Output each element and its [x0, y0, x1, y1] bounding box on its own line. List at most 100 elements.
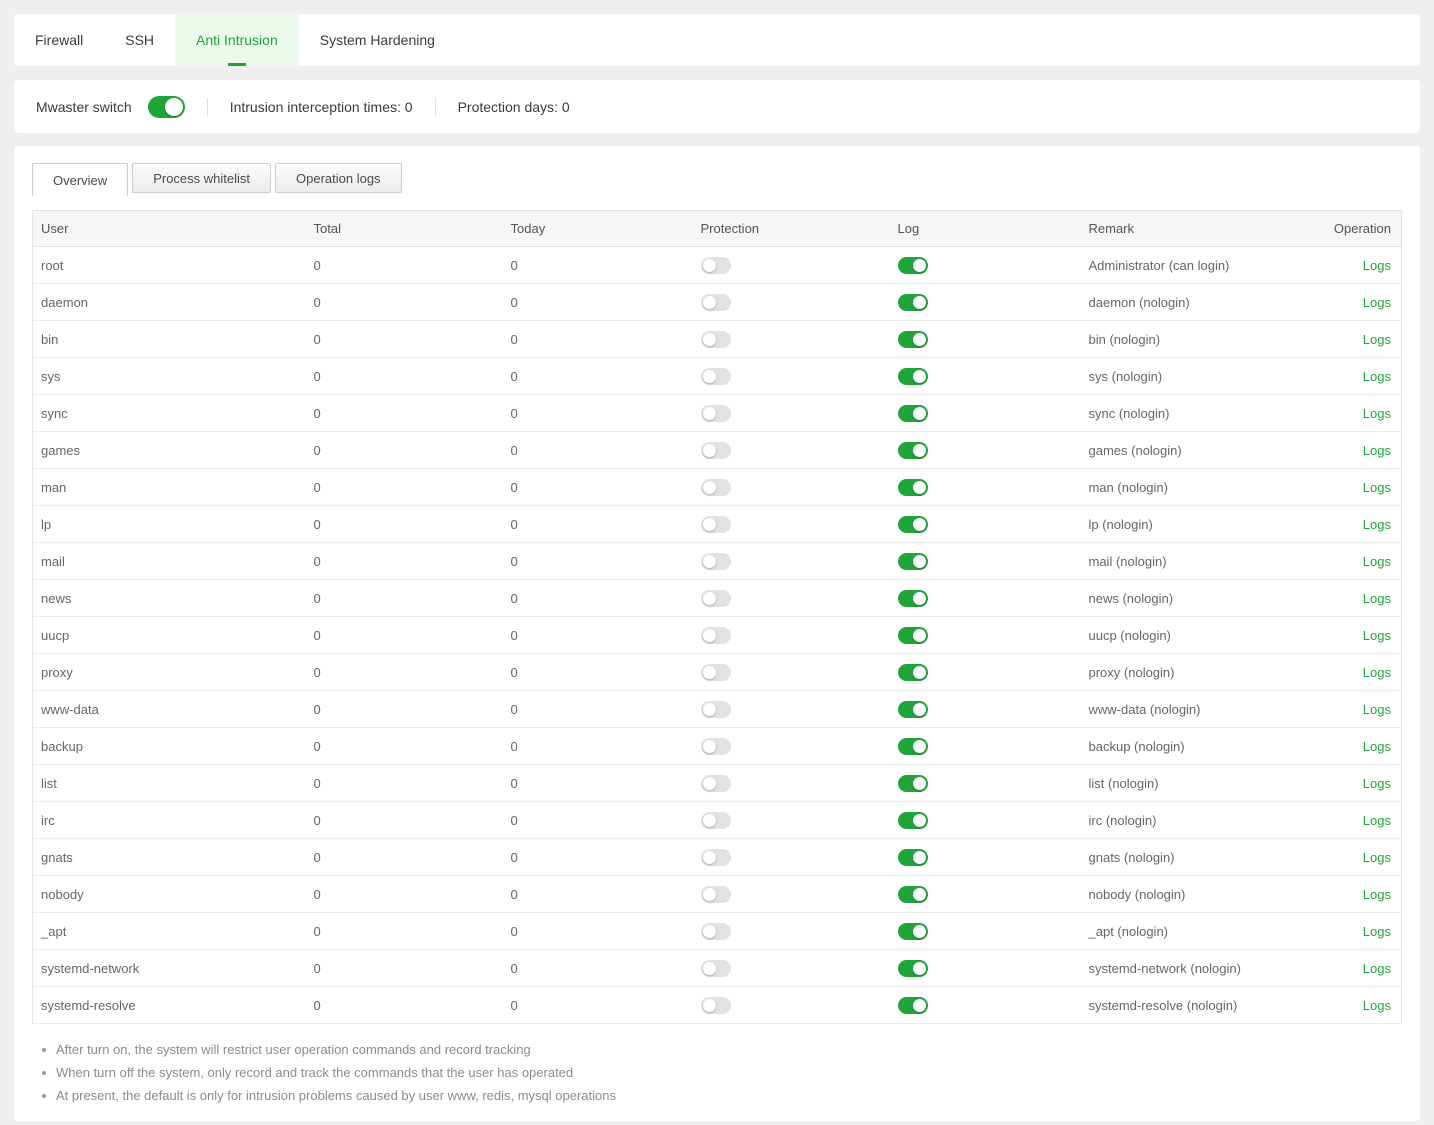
- protection-cell: [693, 321, 890, 358]
- log-cell: [890, 950, 1081, 987]
- log-toggle[interactable]: [898, 849, 928, 866]
- protection-toggle[interactable]: [701, 405, 731, 422]
- log-toggle[interactable]: [898, 627, 928, 644]
- top-tab[interactable]: System Hardening: [299, 14, 456, 66]
- protection-toggle[interactable]: [701, 960, 731, 977]
- logs-link[interactable]: Logs: [1363, 961, 1391, 976]
- logs-link[interactable]: Logs: [1363, 517, 1391, 532]
- protection-toggle[interactable]: [701, 923, 731, 940]
- protection-toggle[interactable]: [701, 997, 731, 1014]
- top-tab-label: SSH: [125, 32, 154, 48]
- total-cell: 0: [306, 395, 503, 432]
- log-toggle[interactable]: [898, 479, 928, 496]
- log-toggle[interactable]: [898, 664, 928, 681]
- log-toggle[interactable]: [898, 553, 928, 570]
- table-row: news 0 0 news (nologin) Logs: [33, 580, 1402, 617]
- total-cell: 0: [306, 580, 503, 617]
- note-item: When turn off the system, only record an…: [38, 1061, 1402, 1084]
- user-cell: man: [33, 469, 306, 506]
- user-cell: sys: [33, 358, 306, 395]
- protection-toggle[interactable]: [701, 516, 731, 533]
- protection-toggle[interactable]: [701, 812, 731, 829]
- protection-toggle[interactable]: [701, 442, 731, 459]
- sub-tab[interactable]: Operation logs: [275, 163, 402, 193]
- logs-link[interactable]: Logs: [1363, 554, 1391, 569]
- logs-link[interactable]: Logs: [1363, 295, 1391, 310]
- top-tab[interactable]: Firewall: [14, 14, 104, 66]
- sub-tab[interactable]: Process whitelist: [132, 163, 271, 193]
- log-toggle[interactable]: [898, 590, 928, 607]
- total-cell: 0: [306, 691, 503, 728]
- protection-toggle[interactable]: [701, 849, 731, 866]
- log-toggle[interactable]: [898, 923, 928, 940]
- log-toggle[interactable]: [898, 701, 928, 718]
- log-toggle[interactable]: [898, 960, 928, 977]
- log-toggle[interactable]: [898, 442, 928, 459]
- log-toggle[interactable]: [898, 812, 928, 829]
- logs-link[interactable]: Logs: [1363, 776, 1391, 791]
- operation-cell: Logs: [1329, 802, 1402, 839]
- logs-link[interactable]: Logs: [1363, 406, 1391, 421]
- today-cell: 0: [503, 543, 693, 580]
- remark-cell: daemon (nologin): [1081, 284, 1329, 321]
- protection-toggle[interactable]: [701, 590, 731, 607]
- top-tab[interactable]: Anti Intrusion: [175, 14, 299, 66]
- remark-cell: _apt (nologin): [1081, 913, 1329, 950]
- logs-link[interactable]: Logs: [1363, 924, 1391, 939]
- operation-cell: Logs: [1329, 950, 1402, 987]
- logs-link[interactable]: Logs: [1363, 628, 1391, 643]
- logs-link[interactable]: Logs: [1363, 332, 1391, 347]
- protection-toggle[interactable]: [701, 553, 731, 570]
- protection-toggle[interactable]: [701, 701, 731, 718]
- log-toggle[interactable]: [898, 516, 928, 533]
- sub-tab[interactable]: Overview: [32, 163, 128, 196]
- logs-link[interactable]: Logs: [1363, 443, 1391, 458]
- logs-link[interactable]: Logs: [1363, 369, 1391, 384]
- logs-link[interactable]: Logs: [1363, 258, 1391, 273]
- remark-cell: gnats (nologin): [1081, 839, 1329, 876]
- notes-list: After turn on, the system will restrict …: [32, 1038, 1402, 1107]
- protection-cell: [693, 839, 890, 876]
- log-toggle[interactable]: [898, 368, 928, 385]
- table-row: www-data 0 0 www-data (nologin) Logs: [33, 691, 1402, 728]
- logs-link[interactable]: Logs: [1363, 813, 1391, 828]
- log-cell: [890, 728, 1081, 765]
- log-cell: [890, 321, 1081, 358]
- protection-toggle[interactable]: [701, 627, 731, 644]
- protection-toggle[interactable]: [701, 738, 731, 755]
- log-toggle[interactable]: [898, 997, 928, 1014]
- user-cell: uucp: [33, 617, 306, 654]
- log-toggle[interactable]: [898, 294, 928, 311]
- logs-link[interactable]: Logs: [1363, 480, 1391, 495]
- protection-toggle[interactable]: [701, 775, 731, 792]
- logs-link[interactable]: Logs: [1363, 887, 1391, 902]
- sub-tab-label: Overview: [53, 173, 107, 188]
- top-tab[interactable]: SSH: [104, 14, 175, 66]
- log-toggle[interactable]: [898, 257, 928, 274]
- log-toggle[interactable]: [898, 886, 928, 903]
- table-row: irc 0 0 irc (nologin) Logs: [33, 802, 1402, 839]
- protection-toggle[interactable]: [701, 257, 731, 274]
- protection-toggle[interactable]: [701, 368, 731, 385]
- logs-link[interactable]: Logs: [1363, 591, 1391, 606]
- column-header-label: Operation: [1334, 221, 1391, 236]
- log-toggle[interactable]: [898, 405, 928, 422]
- protection-toggle[interactable]: [701, 479, 731, 496]
- logs-link[interactable]: Logs: [1363, 998, 1391, 1013]
- master-switch-toggle[interactable]: [148, 96, 185, 118]
- user-cell: games: [33, 432, 306, 469]
- log-toggle[interactable]: [898, 738, 928, 755]
- log-toggle[interactable]: [898, 331, 928, 348]
- today-cell: 0: [503, 654, 693, 691]
- logs-link[interactable]: Logs: [1363, 739, 1391, 754]
- protection-toggle[interactable]: [701, 331, 731, 348]
- logs-link[interactable]: Logs: [1363, 850, 1391, 865]
- protection-toggle[interactable]: [701, 294, 731, 311]
- protection-toggle[interactable]: [701, 886, 731, 903]
- logs-link[interactable]: Logs: [1363, 665, 1391, 680]
- protection-toggle[interactable]: [701, 664, 731, 681]
- log-toggle[interactable]: [898, 775, 928, 792]
- logs-link[interactable]: Logs: [1363, 702, 1391, 717]
- protection-days-stat: Protection days: 0: [458, 99, 570, 115]
- today-cell: 0: [503, 395, 693, 432]
